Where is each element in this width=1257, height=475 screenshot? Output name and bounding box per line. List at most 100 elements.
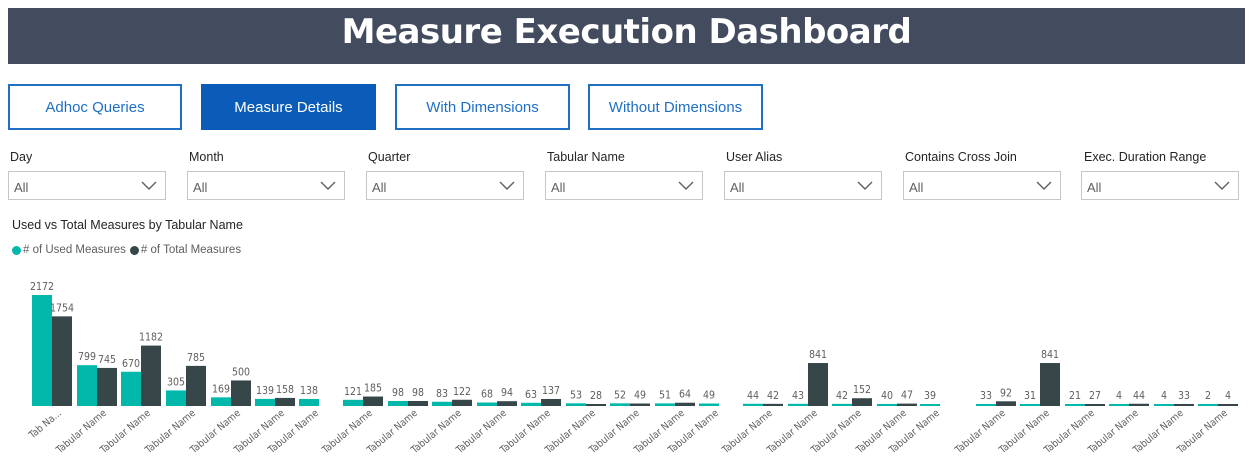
bar-used-2[interactable] [121, 371, 141, 406]
label-used-9: 98 [392, 387, 404, 399]
label-used-5: 139 [256, 385, 274, 397]
bar-total-15[interactable] [675, 402, 695, 406]
tabular-name-dropdown[interactable]: All [545, 171, 703, 200]
chevron-down-icon [499, 181, 515, 190]
bar-used-25[interactable] [877, 403, 897, 406]
label-used-34: 21 [1069, 390, 1081, 402]
bar-total-10[interactable] [452, 399, 472, 406]
label-used-23: 43 [792, 390, 804, 402]
bar-used-16[interactable] [699, 403, 719, 406]
bar-chart: 2172 1754 799 745 670 1182 305785 169500 139 158 1… [26, 281, 1238, 457]
bar-used-33[interactable] [1020, 404, 1040, 406]
chevron-down-icon [1036, 181, 1052, 190]
label-total-15: 64 [679, 389, 691, 401]
filter-label-cross-join: Contains Cross Join [905, 150, 1017, 164]
bar-used-3[interactable] [166, 390, 186, 406]
bar-used-36[interactable] [1154, 404, 1174, 406]
bar-used-23[interactable] [788, 403, 808, 406]
cross-join-dropdown-value: All [909, 180, 924, 195]
label-total-0: 1754 [50, 302, 74, 314]
bar-used-5[interactable] [255, 398, 275, 406]
exec-duration-dropdown-value: All [1087, 180, 1102, 195]
bar-total-33[interactable] [1040, 363, 1060, 406]
bar-total-14[interactable] [630, 403, 650, 406]
label-total-35: 44 [1133, 390, 1145, 402]
cross-join-dropdown[interactable]: All [903, 171, 1061, 200]
bar-total-24[interactable] [852, 398, 872, 406]
bar-total-32[interactable] [996, 401, 1016, 406]
bar-used-14[interactable] [610, 403, 630, 406]
bar-used-34[interactable] [1065, 404, 1085, 406]
legend-label-total: # of Total Measures [140, 244, 242, 256]
bar-total-2[interactable] [141, 345, 161, 406]
label-total-1: 745 [98, 354, 116, 366]
bar-total-4[interactable] [231, 380, 251, 406]
bar-used-13[interactable] [566, 403, 586, 406]
user-alias-dropdown-value: All [730, 180, 745, 195]
bar-used-9[interactable] [388, 400, 408, 406]
label-used-25: 40 [881, 390, 893, 402]
month-dropdown-value: All [193, 180, 208, 195]
bar-total-37[interactable] [1218, 404, 1238, 406]
label-total-37: 4 [1225, 390, 1231, 402]
exec-duration-dropdown[interactable]: All [1081, 171, 1239, 200]
bar-used-6[interactable] [299, 398, 319, 406]
label-total-9: 98 [412, 387, 424, 399]
label-used-37: 2 [1205, 390, 1211, 402]
bar-used-26[interactable] [920, 404, 940, 406]
legend-dot-used [12, 245, 21, 255]
measure-details-button[interactable]: Measure Details [201, 84, 376, 130]
month-dropdown[interactable]: All [187, 171, 345, 200]
bar-total-34[interactable] [1085, 404, 1105, 406]
dashboard-header: Measure Execution Dashboard [8, 8, 1245, 64]
bar-used-32[interactable] [976, 404, 996, 406]
legend-item-used[interactable]: # of Used Measures [12, 244, 126, 256]
bar-total-36[interactable] [1174, 404, 1194, 406]
label-used-35: 4 [1116, 390, 1122, 402]
label-used-11: 68 [481, 389, 493, 401]
label-total-23: 841 [809, 349, 827, 361]
bar-used-8[interactable] [343, 399, 363, 406]
bar-used-37[interactable] [1198, 404, 1218, 406]
chart-title: Used vs Total Measures by Tabular Name [12, 218, 243, 232]
bar-total-23[interactable] [808, 363, 828, 406]
label-used-6: 138 [300, 385, 318, 397]
quarter-dropdown[interactable]: All [366, 171, 524, 200]
bar-used-22[interactable] [743, 403, 763, 406]
bar-total-9[interactable] [408, 400, 428, 406]
label-total-12: 137 [542, 385, 560, 397]
bar-used-15[interactable] [655, 403, 675, 406]
day-dropdown[interactable]: All [8, 171, 166, 200]
bar-total-1[interactable] [97, 367, 117, 406]
without-dimensions-button[interactable]: Without Dimensions [588, 84, 763, 130]
bar-total-11[interactable] [497, 401, 517, 406]
label-used-12: 63 [525, 389, 537, 401]
bar-used-1[interactable] [77, 365, 97, 406]
bar-used-24[interactable] [832, 403, 852, 406]
bar-total-0[interactable] [52, 316, 72, 406]
label-total-3: 785 [187, 352, 205, 364]
adhoc-queries-button[interactable]: Adhoc Queries [8, 84, 182, 130]
label-used-2: 670 [122, 358, 140, 370]
bar-total-5[interactable] [275, 397, 295, 406]
with-dimensions-button[interactable]: With Dimensions [395, 84, 570, 130]
bar-total-22[interactable] [763, 403, 783, 406]
bar-total-3[interactable] [186, 365, 206, 406]
bar-used-4[interactable] [211, 397, 231, 406]
legend-item-total[interactable]: # of Total Measures [129, 244, 242, 256]
bar-total-12[interactable] [541, 398, 561, 406]
label-total-36: 33 [1178, 390, 1190, 402]
user-alias-dropdown[interactable]: All [724, 171, 882, 200]
bar-used-35[interactable] [1109, 404, 1129, 406]
bar-used-10[interactable] [432, 401, 452, 406]
filter-label-quarter: Quarter [368, 150, 411, 164]
label-total-8: 185 [364, 383, 382, 395]
bar-total-8[interactable] [363, 396, 383, 406]
bar-total-25[interactable] [897, 403, 917, 406]
bar-used-11[interactable] [477, 402, 497, 406]
bar-total-13[interactable] [586, 404, 606, 406]
bar-used-12[interactable] [521, 402, 541, 406]
chevron-down-icon [1214, 181, 1230, 190]
label-total-24: 152 [853, 384, 871, 396]
bar-total-35[interactable] [1129, 403, 1149, 406]
